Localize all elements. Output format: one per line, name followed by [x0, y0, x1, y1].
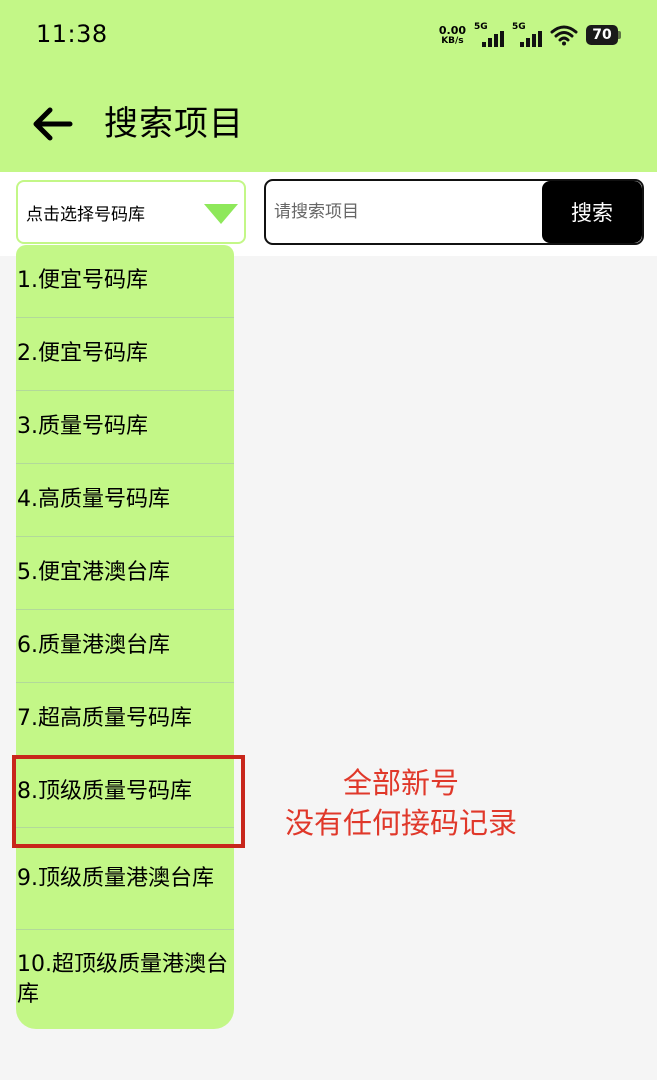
battery-level: 70	[586, 25, 618, 45]
net-speed-unit: KB/s	[441, 35, 464, 46]
option-item[interactable]: 6.质量港澳台库	[16, 610, 234, 683]
option-item[interactable]: 10.超顶级质量港澳台库	[16, 930, 234, 1029]
annotation-line2: 没有任何接码记录	[284, 806, 517, 840]
status-icons: 0.00 KB/s 5G 5G 70	[439, 20, 621, 50]
option-item[interactable]: 1.便宜号码库	[16, 245, 234, 318]
library-dropdown[interactable]: 点击选择号码库	[16, 180, 246, 244]
app-bar: 11:38 0.00 KB/s 5G 5G 70 搜索项目	[0, 0, 657, 172]
net-speed: 0.00 KB/s	[439, 25, 466, 46]
triangle-down-icon	[204, 204, 238, 224]
wifi-icon	[550, 25, 578, 46]
option-item[interactable]: 3.质量号码库	[16, 391, 234, 464]
dropdown-label: 点击选择号码库	[26, 204, 145, 225]
option-item[interactable]: 4.高质量号码库	[16, 464, 234, 537]
highlight-box	[12, 755, 245, 848]
signal-icon: 5G	[512, 23, 542, 47]
battery-icon: 70	[586, 25, 621, 45]
search-box: 搜索	[264, 179, 644, 245]
page-title: 搜索项目	[104, 104, 244, 144]
option-item[interactable]: 5.便宜港澳台库	[16, 537, 234, 610]
library-option-list: 1.便宜号码库 2.便宜号码库 3.质量号码库 4.高质量号码库 5.便宜港澳台…	[16, 245, 234, 1029]
status-time: 11:38	[36, 20, 108, 48]
back-button[interactable]	[26, 100, 78, 148]
option-item[interactable]: 2.便宜号码库	[16, 318, 234, 391]
search-input[interactable]	[266, 181, 542, 243]
net-speed-value: 0.00	[438, 23, 466, 37]
annotation-line1: 全部新号	[342, 766, 459, 800]
option-item[interactable]: 7.超高质量号码库	[16, 683, 234, 756]
search-controls: 点击选择号码库 搜索	[0, 172, 657, 256]
signal-icon: 5G	[474, 23, 504, 47]
arrow-left-icon	[33, 107, 73, 141]
search-button[interactable]: 搜索	[542, 181, 642, 243]
